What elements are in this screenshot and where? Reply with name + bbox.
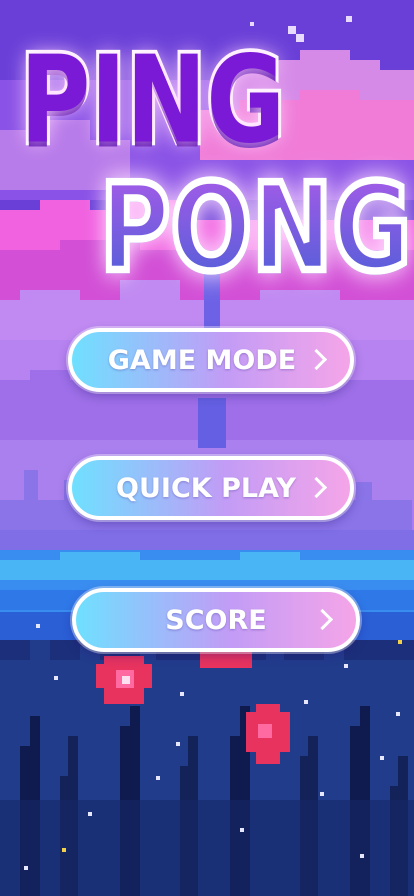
- title-pong: PONG: [97, 164, 414, 292]
- title-ping: PING: [17, 36, 414, 164]
- title-line-1: PING: [17, 30, 288, 170]
- chevron-right-icon: [305, 348, 328, 371]
- chevron-right-icon: [305, 476, 328, 499]
- game-mode-label: GAME MODE: [107, 344, 297, 376]
- score-label: SCORE: [165, 604, 267, 636]
- quick-play-button[interactable]: QUICK PLAY: [68, 456, 354, 520]
- score-button[interactable]: SCORE: [72, 588, 360, 652]
- title-line-2: PONG: [97, 158, 414, 298]
- game-mode-button[interactable]: GAME MODE: [68, 328, 354, 392]
- chevron-right-icon: [311, 608, 334, 631]
- quick-play-label: QUICK PLAY: [116, 472, 296, 504]
